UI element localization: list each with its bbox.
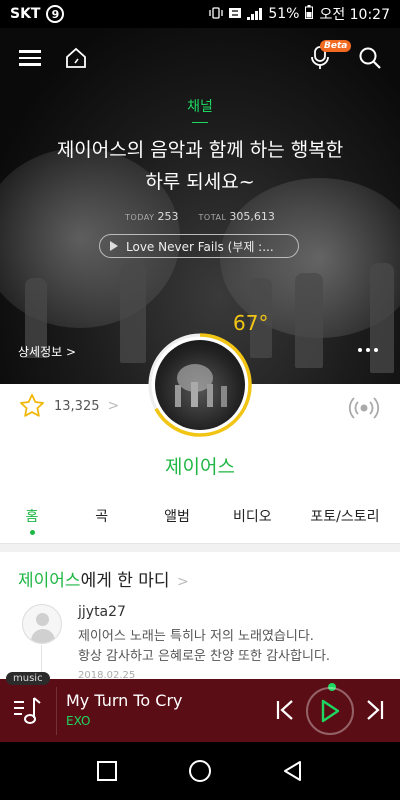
comments-title-artist: 제이어스 <box>18 571 81 591</box>
tab-home[interactable]: 홈 <box>0 500 64 544</box>
next-icon <box>367 700 384 720</box>
tab-songs-label: 곡 <box>95 509 109 525</box>
broadcast-button[interactable] <box>348 392 380 428</box>
featured-song-title: Love Never Fails (부제 :... <box>126 239 274 254</box>
carrier-badge: 9 <box>46 5 65 23</box>
artist-name: 제이어스 <box>165 456 235 478</box>
fan-count: 13,325 <box>54 398 100 414</box>
channel-label: 채널 <box>187 99 213 115</box>
back-button[interactable] <box>273 751 313 791</box>
playlist-button[interactable] <box>12 696 44 730</box>
artist-avatar[interactable] <box>145 330 255 440</box>
total-label: TOTAL <box>198 213 227 222</box>
music-tag: music <box>6 672 50 685</box>
square-icon <box>96 761 117 781</box>
today-label: TODAY <box>125 213 155 222</box>
chevron-right-icon: > <box>176 574 189 590</box>
comment-line-1: 제이어스 노래는 특히나 저의 노래였습니다. <box>78 629 314 644</box>
more-options-button[interactable] <box>358 348 378 352</box>
next-track-button[interactable] <box>365 699 385 725</box>
details-link[interactable]: 상세정보 > <box>18 343 76 360</box>
visit-stats: TODAY 253 TOTAL 305,613 <box>0 210 400 223</box>
channel-underline <box>192 122 208 123</box>
fan-arrow: > <box>107 398 120 414</box>
tab-videos[interactable]: 비디오 <box>215 500 290 544</box>
carrier-name: SKT <box>10 6 41 22</box>
lte-icon <box>229 7 242 22</box>
home-button[interactable] <box>60 42 92 74</box>
section-gap <box>0 544 400 552</box>
status-bar: SKT 9 51% 오전 10:27 <box>0 0 400 28</box>
tab-albums-label: 앨범 <box>164 509 190 525</box>
system-nav-bar <box>0 742 400 800</box>
now-playing-artist: EXO <box>66 714 91 728</box>
comment-username[interactable]: jjyta27 <box>78 604 126 620</box>
fan-button[interactable]: 13,325 > <box>18 392 119 420</box>
active-tab-indicator <box>30 530 35 535</box>
recent-apps-button[interactable] <box>87 751 127 791</box>
more-icon <box>358 348 378 352</box>
comments-section-title[interactable]: 제이어스에게 한 마디 > <box>18 566 189 591</box>
comment-user-avatar <box>22 604 62 644</box>
clock: 오전 10:27 <box>319 7 390 23</box>
headline-line-1: 제이어스의 음악과 함께 하는 행복한 <box>56 139 344 161</box>
comment-body: 제이어스 노래는 특히나 저의 노래였습니다. 항상 감사하고 은혜로운 찬양 … <box>78 627 378 667</box>
menu-button[interactable] <box>14 42 46 74</box>
search-button[interactable] <box>354 42 386 74</box>
artist-photo <box>155 340 245 430</box>
signal-icon <box>247 8 263 20</box>
mini-player[interactable]: music My Turn To Cry EXO <box>0 672 400 742</box>
home-nav-button[interactable] <box>180 751 220 791</box>
tab-photo-story[interactable]: 포토/스토리 <box>290 500 400 544</box>
battery-text: 51% <box>268 6 300 22</box>
voice-search-button[interactable]: Beta <box>304 40 352 74</box>
play-icon <box>110 241 118 251</box>
tab-photo-story-label: 포토/스토리 <box>310 509 380 525</box>
vibrate-icon <box>209 6 223 22</box>
total-count: 305,613 <box>229 210 275 223</box>
comments-title-text: 에게 한 마디 <box>80 571 170 591</box>
tab-videos-label: 비디오 <box>233 509 272 525</box>
playlist-icon <box>14 697 41 724</box>
tab-home-label: 홈 <box>25 509 39 525</box>
back-triangle-icon <box>284 761 302 781</box>
featured-song-button[interactable]: Love Never Fails (부제 :... <box>99 234 299 258</box>
star-icon <box>20 394 44 417</box>
today-count: 253 <box>157 210 179 223</box>
circle-icon <box>188 760 211 782</box>
previous-icon <box>276 700 293 720</box>
player-divider <box>56 687 57 735</box>
battery-icon <box>305 5 314 23</box>
channel-headline: 제이어스의 음악과 함께 하는 행복한 하루 되세요~ <box>20 134 380 198</box>
broadcast-icon <box>348 397 380 419</box>
tab-albums[interactable]: 앨범 <box>139 500 214 544</box>
tab-songs[interactable]: 곡 <box>64 500 139 544</box>
comment-line-2: 항상 감사하고 은혜로운 찬양 또한 감사합니다. <box>78 649 331 664</box>
search-icon <box>359 47 381 69</box>
beta-badge: Beta <box>320 40 352 52</box>
now-playing-title: My Turn To Cry <box>66 691 183 710</box>
previous-track-button[interactable] <box>275 699 295 725</box>
headline-line-2: 하루 되세요~ <box>145 171 255 193</box>
hamburger-icon <box>19 46 41 70</box>
play-button[interactable] <box>306 687 354 735</box>
home-icon <box>66 47 86 68</box>
play-icon <box>321 699 340 723</box>
tab-bar: 홈 곡 앨범 비디오 포토/스토리 <box>0 500 400 544</box>
